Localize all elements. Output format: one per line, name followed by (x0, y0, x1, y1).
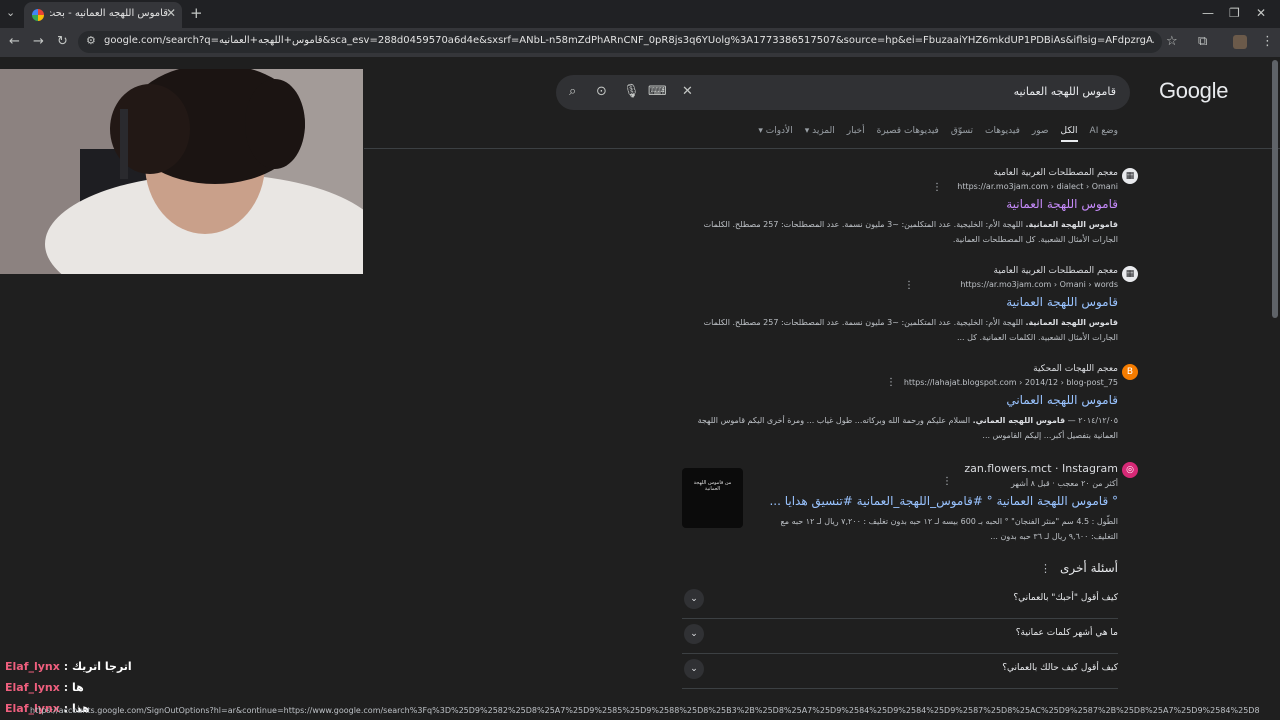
result-snippet: قاموس اللهجة العمانية. اللهجة الأم: الخل… (703, 220, 1118, 244)
tab-all[interactable]: الكل (1060, 126, 1078, 142)
blogger-icon: B (1122, 364, 1138, 380)
minimize-icon[interactable]: — (1202, 6, 1214, 20)
result-snippet: ٢٠١٤/١٢/٠٥ — قاموس اللهجه العماني. السلا… (697, 416, 1118, 440)
search-input[interactable]: قاموس اللهجه العمانيه (556, 75, 1130, 110)
reload-icon[interactable]: ↻ (57, 34, 68, 49)
result-site: معجم المصطلحات العربية العامية (993, 266, 1118, 276)
site-info-icon[interactable]: ⚙ (86, 34, 96, 47)
tab-images[interactable]: صور (1032, 126, 1049, 142)
close-window-icon[interactable]: ✕ (1256, 6, 1266, 20)
tab-shopping[interactable]: تسوّق (951, 126, 973, 142)
result-site: zan.flowers.mct · Instagram (964, 462, 1118, 475)
search-icon[interactable]: ⌕ (569, 84, 576, 99)
tab-news[interactable]: أخبار (847, 126, 865, 142)
status-url: https://accounts.google.com/SignOutOptio… (30, 706, 1260, 715)
chat-user: Elaf_lynx (5, 660, 60, 673)
result-options-icon[interactable]: ⋮ (942, 476, 952, 487)
webcam-image (0, 69, 363, 274)
tab-search-icon[interactable]: ⌄ (6, 6, 15, 19)
search-result: ◎ zan.flowers.mct · Instagram أكثر من ٢٠… (763, 462, 1138, 544)
url-text: google.com/search?q=قاموس+اللهجه+العماني… (104, 35, 1154, 46)
tab-short-videos[interactable]: فيديوهات قصيرة (877, 126, 939, 142)
paa-title: أسئلة أخرى (1060, 561, 1118, 575)
maximize-icon[interactable]: ❐ (1229, 6, 1240, 20)
result-options-icon[interactable]: ⋮ (886, 377, 896, 388)
header-divider (364, 148, 1280, 149)
paa-question[interactable]: كيف أقول كيف حالك بالعماني؟ ⌄ (682, 653, 1118, 689)
paa-question-text: كيف أقول كيف حالك بالعماني؟ (1002, 663, 1118, 673)
search-result: B معجم اللهجات المحكية https://lahajat.b… (688, 364, 1138, 443)
result-options-icon[interactable]: ⋮ (932, 182, 942, 193)
search-result: ▦ معجم المصطلحات العربية العامية https:/… (688, 168, 1138, 247)
tab-ai-mode[interactable]: وضع AI (1090, 126, 1118, 142)
result-options-icon[interactable]: ⋮ (904, 280, 914, 291)
profile-avatar[interactable] (1233, 35, 1247, 49)
thumbnail-text: من قاموس اللهجة العمانية (693, 480, 732, 492)
tab-title: قاموس اللهجه العمانيه - بحث Go (50, 8, 168, 19)
chat-message: Elaf_lynx : اترجا اتريك (5, 660, 132, 673)
result-cite: أكثر من ٢٠ معجب · قبل ٨ أشهر (1011, 479, 1118, 488)
paa-question[interactable]: ما هي أشهر كلمات عمانية؟ ⌄ (682, 618, 1118, 654)
paa-question-text: كيف أقول "أحبك" بالعماني؟ (1013, 593, 1118, 603)
chevron-down-icon[interactable]: ⌄ (684, 624, 704, 644)
paa-question-text: ما هي أشهر كلمات عمانية؟ (1015, 628, 1118, 638)
webcam-overlay (0, 69, 363, 274)
instagram-icon: ◎ (1122, 462, 1138, 478)
back-icon[interactable]: ← (9, 34, 20, 49)
browser-menu-icon[interactable]: ⋮ (1261, 34, 1274, 49)
chat-text: اترجا اتريك (71, 660, 132, 673)
result-thumbnail[interactable]: من قاموس اللهجة العمانية (682, 468, 743, 528)
result-snippet: الطّول : 4.5 سم "منثر الفنجان" ° الحبه ب… (780, 517, 1118, 541)
google-favicon-icon (32, 9, 44, 21)
microphone-icon[interactable]: 🎙 (623, 84, 640, 99)
result-title[interactable]: قاموس اللهجة العمانية (688, 197, 1118, 211)
chat-user: Elaf_lynx (5, 681, 60, 694)
site-icon: ▦ (1122, 266, 1138, 282)
chat-message: Elaf_lynx : ها (5, 681, 84, 694)
result-site: معجم المصطلحات العربية العامية (993, 168, 1118, 178)
extensions-icon[interactable]: ⧉ (1198, 34, 1207, 49)
result-title[interactable]: قاموس اللهجه العماني (688, 393, 1118, 407)
forward-icon[interactable]: → (33, 34, 44, 49)
result-site: معجم اللهجات المحكية (1033, 364, 1118, 374)
clear-search-icon[interactable]: ✕ (682, 84, 693, 99)
chat-text: ها (71, 681, 84, 694)
result-cite[interactable]: https://ar.mo3jam.com › Omani › words (688, 280, 1118, 289)
chevron-down-icon[interactable]: ⌄ (684, 589, 704, 609)
address-bar[interactable]: ⚙ google.com/search?q=قاموس+اللهجه+العما… (78, 31, 1162, 53)
scrollbar-thumb[interactable] (1272, 60, 1278, 318)
paa-question[interactable]: كيف أقول "أحبك" بالعماني؟ ⌄ (682, 583, 1118, 619)
tab-videos[interactable]: فيديوهات (985, 126, 1020, 142)
google-logo[interactable]: Google (1159, 78, 1228, 104)
result-snippet: قاموس اللهجة العمانية. اللهجة الأم: الخل… (703, 318, 1118, 342)
keyboard-icon[interactable]: ⌨ (648, 84, 667, 99)
bookmark-star-icon[interactable]: ☆ (1166, 34, 1178, 49)
search-result: ▦ معجم المصطلحات العربية العامية https:/… (688, 266, 1138, 345)
lens-icon[interactable]: ⊙ (596, 84, 607, 99)
site-icon: ▦ (1122, 168, 1138, 184)
result-cite[interactable]: https://ar.mo3jam.com › dialect › Omani (688, 182, 1118, 191)
chevron-down-icon[interactable]: ⌄ (684, 659, 704, 679)
close-tab-icon[interactable]: ✕ (166, 6, 176, 20)
search-query: قاموس اللهجه العمانيه (1013, 85, 1116, 98)
result-cite[interactable]: https://lahajat.blogspot.com › 2014/12 ›… (688, 378, 1118, 387)
new-tab-icon[interactable]: + (190, 4, 203, 22)
paa-options-icon[interactable]: ⋮ (1040, 562, 1051, 575)
search-tabs: وضع AI الكل صور فيديوهات تسوّق فيديوهات … (758, 126, 1118, 142)
tab-more[interactable]: المزيد ▾ (805, 126, 835, 142)
result-title[interactable]: قاموس اللهجة العمانية (688, 295, 1118, 309)
browser-tab[interactable]: قاموس اللهجه العمانيه - بحث Go ✕ (24, 2, 182, 28)
result-title[interactable]: ° قاموس اللهجة العمانية ° #قاموس_اللهجة_… (763, 494, 1118, 508)
tab-tools[interactable]: الأدوات ▾ (758, 126, 792, 142)
